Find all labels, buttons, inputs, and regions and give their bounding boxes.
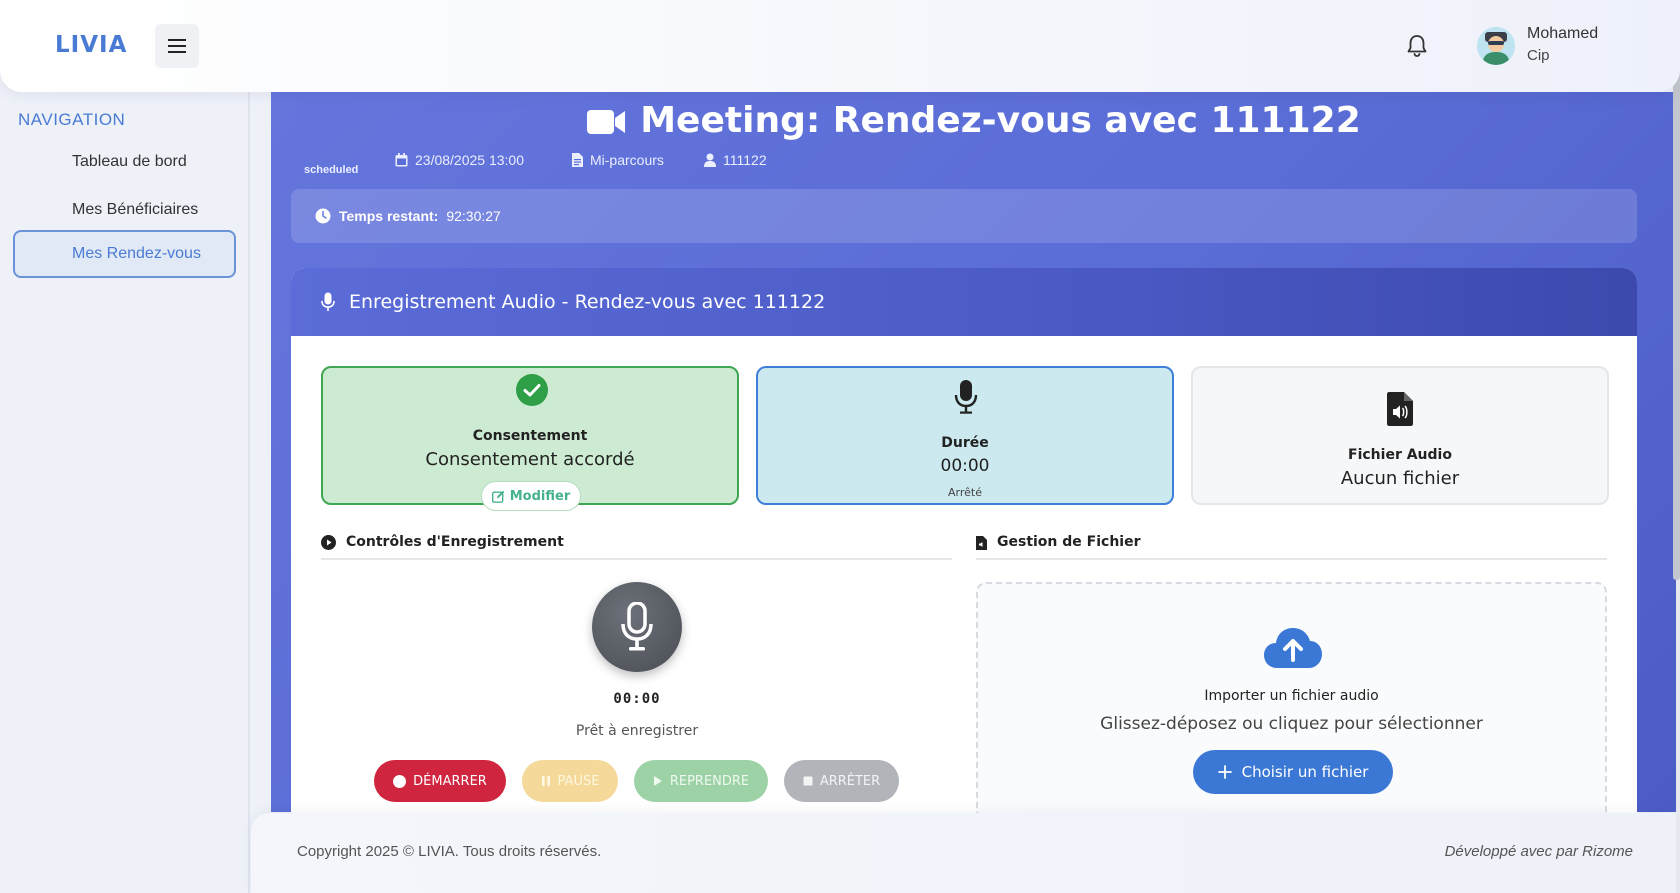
recording-body: Consentement Consentement accordé Modifi… — [291, 336, 1637, 828]
recording-controls-title-text: Contrôles d'Enregistrement — [346, 534, 564, 550]
import-audio-hint: Glissez-déposez ou cliquez pour sélectio… — [1100, 714, 1483, 734]
meeting-datetime-text: 23/08/2025 13:00 — [415, 152, 524, 168]
choose-file-button[interactable]: Choisir un fichier — [1193, 750, 1393, 794]
meeting-beneficiary-text: 111122 — [723, 152, 767, 168]
meeting-beneficiary: 111122 — [704, 152, 767, 168]
consent-label: Consentement — [472, 428, 588, 444]
remaining-time-value: 92:30:27 — [446, 208, 501, 224]
resume-button-label: REPRENDRE — [669, 773, 750, 789]
controls-divider — [321, 558, 952, 560]
meeting-title-text: Meeting: Rendez-vous avec 111122 — [640, 100, 1361, 141]
microphone-icon — [321, 292, 335, 311]
duration-card: Durée 00:00 Arrêté — [756, 366, 1174, 505]
stop-recording-button[interactable]: ARRÊTER — [784, 760, 899, 802]
sidebar: NAVIGATION Tableau de bord Mes Bénéficia… — [0, 92, 250, 893]
audio-file-card: Fichier Audio Aucun fichier — [1191, 366, 1609, 505]
remaining-time-bar: Temps restant: 92:30:27 — [291, 189, 1637, 243]
stop-button-label: ARRÊTER — [819, 773, 881, 789]
consent-value: Consentement accordé — [425, 449, 635, 470]
file-management-title-text: Gestion de Fichier — [997, 534, 1141, 550]
top-header: LIVIA Mohamed Cip — [0, 0, 1680, 92]
avatar-icon — [1477, 27, 1515, 65]
user-last-name[interactable]: Cip — [1527, 47, 1550, 64]
record-circle-icon — [393, 774, 407, 788]
file-divider — [976, 558, 1607, 560]
import-audio-title: Importer un fichier audio — [1204, 688, 1379, 704]
recording-header-title: Enregistrement Audio - Rendez-vous avec … — [349, 291, 826, 313]
user-avatar[interactable] — [1477, 27, 1515, 65]
record-microphone-button[interactable] — [592, 582, 682, 672]
status-badge: scheduled — [304, 164, 358, 176]
edit-icon — [491, 490, 505, 503]
audio-file-icon — [1387, 392, 1413, 426]
recording-status-text: Prêt à enregistrer — [575, 723, 699, 739]
footer-developer-credit: Développé avec par Rizome — [1444, 843, 1633, 860]
hamburger-icon — [168, 39, 186, 41]
page-scrollbar-thumb[interactable] — [1673, 60, 1680, 580]
bell-icon[interactable] — [1405, 33, 1429, 59]
meeting-type-text: Mi-parcours — [590, 152, 664, 168]
start-button-label: DÉMARRER — [413, 773, 487, 789]
recording-card-header: Enregistrement Audio - Rendez-vous avec … — [291, 268, 1637, 336]
choose-file-label: Choisir un fichier — [1241, 763, 1369, 781]
document-icon — [572, 153, 583, 167]
user-first-name[interactable]: Mohamed — [1527, 25, 1598, 43]
recording-timer: 00:00 — [613, 691, 661, 707]
user-icon — [704, 153, 716, 167]
sidebar-item-beneficiaries[interactable]: Mes Bénéficiaires — [13, 186, 236, 234]
pause-recording-button[interactable]: PAUSE — [522, 760, 618, 802]
microphone-icon — [621, 602, 653, 651]
resume-recording-button[interactable]: REPRENDRE — [634, 760, 768, 802]
check-circle-icon — [516, 374, 548, 406]
plus-icon — [1217, 765, 1232, 779]
play-icon — [653, 776, 662, 786]
meeting-panel: Meeting: Rendez-vous avec 111122 schedul… — [271, 92, 1676, 828]
duration-label: Durée — [941, 435, 989, 451]
pause-button-label: PAUSE — [557, 773, 600, 789]
menu-toggle-button[interactable] — [155, 24, 199, 68]
status-badge-text: scheduled — [304, 164, 359, 176]
consent-card: Consentement Consentement accordé Modifi… — [321, 366, 739, 511]
file-management-title: Gestion de Fichier — [976, 534, 1141, 550]
sidebar-item-appointments[interactable]: Mes Rendez-vous — [13, 230, 236, 278]
page-title: Meeting: Rendez-vous avec 111122 — [271, 100, 1676, 141]
meeting-type: Mi-parcours — [572, 152, 664, 168]
sidebar-item-dashboard[interactable]: Tableau de bord — [13, 138, 236, 186]
clock-icon — [315, 208, 331, 224]
file-audio-icon — [976, 535, 987, 550]
calendar-icon — [395, 153, 408, 167]
meeting-datetime: 23/08/2025 13:00 — [395, 152, 524, 168]
duration-value: 00:00 — [940, 456, 990, 476]
duration-state: Arrêté — [948, 486, 982, 499]
video-camera-icon — [587, 110, 626, 134]
app-logo[interactable]: LIVIA — [55, 32, 127, 58]
footer: Copyright 2025 © LIVIA. Tous droits rése… — [251, 813, 1676, 893]
recording-controls-title: Contrôles d'Enregistrement — [321, 534, 564, 550]
cloud-upload-icon — [1264, 628, 1322, 668]
start-recording-button[interactable]: DÉMARRER — [374, 760, 506, 802]
audio-file-value: Aucun fichier — [1340, 468, 1460, 489]
remaining-time-label: Temps restant: — [339, 208, 439, 224]
audio-dropzone[interactable]: Importer un fichier audio Glissez-dépose… — [976, 582, 1607, 822]
modify-consent-button[interactable]: Modifier — [481, 481, 581, 511]
audio-file-label: Fichier Audio — [1348, 447, 1452, 463]
play-circle-icon — [321, 534, 336, 550]
microphone-icon — [954, 380, 978, 414]
modify-consent-label: Modifier — [509, 488, 571, 504]
pause-icon — [541, 776, 550, 786]
audio-recording-card: Enregistrement Audio - Rendez-vous avec … — [291, 268, 1637, 828]
sidebar-title: NAVIGATION — [18, 110, 126, 129]
footer-copyright: Copyright 2025 © LIVIA. Tous droits rése… — [297, 843, 602, 860]
stop-icon — [803, 776, 813, 786]
